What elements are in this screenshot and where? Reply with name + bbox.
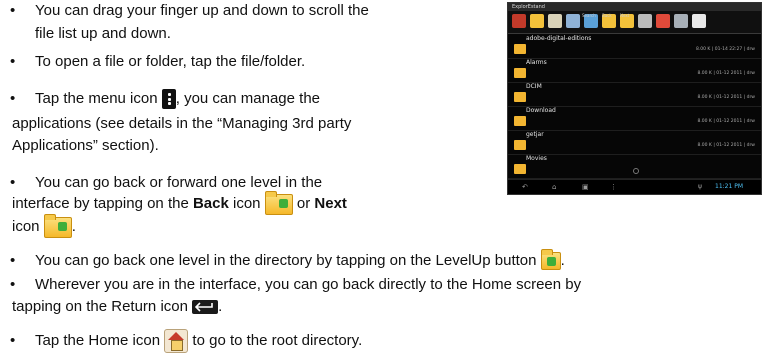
usb-icon: ψ <box>698 183 702 190</box>
bullet-dot: • <box>10 2 16 19</box>
bullet-dot: • <box>10 252 16 269</box>
back-nav-icon: ↶ <box>522 183 528 191</box>
folder-icon <box>514 116 526 126</box>
levelup-folder-icon <box>530 14 544 28</box>
bullet-dot: • <box>10 276 16 293</box>
bullet-dot: • <box>10 331 16 349</box>
bullet-home: • Tap the Home icon to go to the root dir… <box>10 329 362 353</box>
back-folder-icon: Back <box>602 13 616 28</box>
bullet-text: You can drag your finger up and down to … <box>35 2 369 19</box>
recent-apps-icon: ▣ <box>582 183 589 191</box>
bullet-scroll: • You can drag your finger up and down to… <box>10 0 369 21</box>
bullet-text: , you can manage the <box>175 90 321 107</box>
home-icon <box>512 14 526 28</box>
status-time: 11:21 PM <box>715 183 743 190</box>
bullet-back-next: • You can go back or forward one level in… <box>10 172 322 193</box>
file-manager-screenshot: ExplorEstand Search Back Next adobe-digi… <box>507 2 762 195</box>
folder-icon <box>514 44 526 54</box>
bullet-continuation: file list up and down. <box>35 25 171 42</box>
bullet-return: • Wherever you are in the interface, you … <box>10 274 581 295</box>
bullet-text: icon <box>233 195 261 212</box>
bullet-text: icon <box>12 218 40 235</box>
back-keyword: Back <box>192 195 229 212</box>
list-item: adobe-digital-editions 8.00 K | 01-14 22:… <box>508 34 761 59</box>
screenshot-titlebar: ExplorEstand <box>508 3 761 11</box>
bullet-continuation: tapping on the Return icon . <box>12 296 222 317</box>
return-icon <box>192 300 219 315</box>
bullet-dot: • <box>10 90 16 107</box>
bullet-text: Tap the menu icon <box>35 90 158 107</box>
back-folder-icon <box>264 190 293 215</box>
next-folder-icon: Next <box>620 13 634 28</box>
toolbar-label: Search <box>582 13 596 18</box>
screenshot-toolbar: Search Back Next <box>508 11 761 34</box>
bullet-dot: • <box>10 53 16 70</box>
search-icon: Search <box>582 13 598 28</box>
bullet-continuation: applications (see details in the “Managi… <box>12 115 352 132</box>
folder-icon <box>514 140 526 150</box>
bullet-text: to go to the root directory. <box>192 331 363 349</box>
bullet-text: . <box>560 252 565 269</box>
bullet-text: You can go back or forward one level in … <box>35 174 323 191</box>
list-item: DCIM 8.00 K | 01-12 2011 | drw <box>508 82 761 107</box>
bullet-text: You can go back one level in the directo… <box>35 252 537 269</box>
bullet-text: or <box>296 195 311 212</box>
home-nav-icon: ⌂ <box>552 183 557 191</box>
bullet-open-file: • To open a file or folder, tap the file/… <box>10 51 305 72</box>
bookmark-icon <box>656 14 670 28</box>
folder-icon <box>514 164 526 174</box>
bullet-text: . <box>218 298 223 315</box>
list-item: Download 8.00 K | 01-12 2011 | drw <box>508 106 761 131</box>
levelup-folder-icon <box>540 249 561 271</box>
list-item: Alarms 8.00 K | 01-12 2011 | drw <box>508 58 761 83</box>
bullet-continuation: interface by tapping on the Back icon or… <box>12 190 347 215</box>
file-meta: 8.00 K | 01-12 2011 | drw <box>697 143 755 148</box>
home-icon <box>164 329 189 353</box>
folder-icon <box>514 92 526 102</box>
text-icon <box>692 14 706 28</box>
next-folder-icon <box>43 213 72 238</box>
toolbar-label: Back <box>602 13 612 18</box>
bullet-text: interface by tapping on the <box>12 195 189 212</box>
file-meta: 8.00 K | 01-12 2011 | drw <box>697 95 755 100</box>
next-keyword: Next <box>314 195 347 212</box>
file-name: DCIM <box>526 83 542 90</box>
folder-icon <box>514 68 526 78</box>
bullet-continuation: Applications” section). <box>12 137 159 154</box>
bullet-text: tapping on the Return icon <box>12 298 188 315</box>
bullet-text: . <box>71 218 76 235</box>
more-icon: ⋮ <box>610 183 617 191</box>
document-icon <box>548 14 562 28</box>
file-meta: 8.00 K | 01-12 2011 | drw <box>697 119 755 124</box>
file-name: adobe-digital-editions <box>526 35 592 42</box>
list-item: Movies <box>508 154 761 179</box>
scroll-indicator-icon <box>633 168 639 174</box>
list-item: getjar 8.00 K | 01-12 2011 | drw <box>508 130 761 155</box>
file-meta: 8.00 K | 01-12 2011 | drw <box>697 71 755 76</box>
screenshot-title: ExplorEstand <box>512 4 545 10</box>
file-name: Download <box>526 107 556 114</box>
tools-icon <box>674 14 688 28</box>
android-nav-bar: ↶ ⌂ ▣ ⋮ ψ 11:21 PM <box>508 179 761 194</box>
bullet-text: Tap the Home icon <box>35 331 161 349</box>
bullet-dot: • <box>10 174 16 191</box>
file-name: Alarms <box>526 59 547 66</box>
bullet-menu: • Tap the menu icon , you can manage the <box>10 88 321 110</box>
menu-icon <box>161 89 176 110</box>
bullet-continuation: icon . <box>12 213 76 238</box>
multiselect-icon <box>638 14 652 28</box>
toolbar-label: Next <box>620 13 630 18</box>
file-meta: 8.00 K | 01-14 22:27 | drw <box>695 47 755 52</box>
list-icon <box>566 14 580 28</box>
bullet-text: Wherever you are in the interface, you c… <box>35 276 582 293</box>
file-name: getjar <box>526 131 544 138</box>
bullet-levelup: • You can go back one level in the direct… <box>10 249 565 271</box>
file-name: Movies <box>526 155 547 162</box>
bullet-text: To open a file or folder, tap the file/f… <box>35 53 306 70</box>
